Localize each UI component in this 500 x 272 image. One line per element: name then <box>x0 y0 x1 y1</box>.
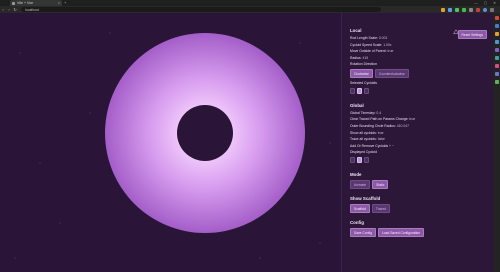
selected-cycloid-swatches <box>350 87 485 94</box>
clockwise-button[interactable]: Clockwise <box>350 68 373 79</box>
counterclockwise-button[interactable]: Counterclockwise <box>374 68 409 79</box>
cycloid-swatch[interactable] <box>364 87 369 94</box>
global-timestep: Global Timestep: 0.4 <box>350 110 382 115</box>
scaffold-button[interactable]: Scaffold <box>350 204 370 214</box>
scaffold-section-title: Show Scaffold <box>350 196 381 202</box>
background-speck <box>319 242 321 244</box>
show-all-cycloids[interactable]: Show all cycloids: true <box>350 131 485 135</box>
tab-title: Vite + Vue <box>17 1 34 5</box>
background-speck <box>259 257 261 259</box>
extension-icon[interactable] <box>469 7 473 12</box>
background-speck <box>19 52 21 54</box>
ring-shape <box>105 33 305 233</box>
extension-icon[interactable] <box>455 7 459 12</box>
background-speck <box>299 42 301 44</box>
global-section-title: Global <box>350 102 364 108</box>
extension-icon[interactable] <box>476 7 480 12</box>
sidebar-app-icon[interactable] <box>494 40 499 44</box>
menu-icon[interactable] <box>490 7 494 12</box>
browser-toolbar: ‹ › ↻ localhost <box>0 6 500 13</box>
sidebar-app-icon[interactable] <box>494 64 499 68</box>
rotation-direction-label: Rotation Direction <box>350 62 377 67</box>
sidebar-app-icon[interactable] <box>494 80 499 84</box>
save-config-button[interactable]: Save Config <box>350 228 376 238</box>
extension-icons <box>441 7 494 12</box>
background-speck <box>329 142 331 144</box>
traced-ring <box>14 32 331 259</box>
add-remove-cycloids[interactable]: Add Or Remove Cycloids + − <box>350 144 485 148</box>
extension-icon[interactable] <box>448 7 452 12</box>
animate-button[interactable]: Animate <box>350 179 371 190</box>
reset-settings-button[interactable]: Reset Settings <box>457 30 487 40</box>
url-text: localhost <box>25 7 39 12</box>
config-section-title: Config <box>350 220 364 226</box>
sidebar-app-icon[interactable] <box>494 56 499 60</box>
clear-traced-path[interactable]: Clear Traced Path on Params Change: true <box>350 117 485 121</box>
trace-all-cycloids[interactable]: Trace all cycloids: false <box>350 137 485 141</box>
sidebar-app-icon[interactable] <box>494 72 499 76</box>
background-speck <box>59 222 61 224</box>
extension-icon[interactable] <box>441 7 445 12</box>
mode-section-title: Mode <box>350 171 362 177</box>
reload-icon[interactable]: ↻ <box>12 7 18 12</box>
background-speck <box>14 257 16 259</box>
radius-value: Radius: 415 <box>350 55 369 60</box>
displayed-cycloid-swatches <box>350 156 485 163</box>
cycloid-swatch-selected[interactable] <box>357 87 362 94</box>
cycloid-swatch[interactable] <box>350 87 355 94</box>
sidebar-app-icon[interactable] <box>494 48 499 52</box>
background-speck <box>109 32 111 34</box>
tab-close-icon[interactable]: × <box>58 1 60 5</box>
sidebar-app-icon[interactable] <box>494 16 499 20</box>
background-speck <box>89 112 91 114</box>
control-panel: Reset Settings Local Rod Length Scale: 0… <box>341 13 493 272</box>
sidebar-app-icon[interactable] <box>494 24 499 28</box>
cycloid-swatch[interactable] <box>364 156 369 163</box>
drawing-canvas[interactable] <box>0 13 341 272</box>
address-bar[interactable]: localhost <box>21 7 381 12</box>
traced-button[interactable]: Traced <box>371 204 390 214</box>
outer-bounding-radius: Outer Bounding Circle Radius: 410.047 <box>350 123 410 128</box>
cycloid-speed-scale: Cycloid Speed Scale: 1.00x <box>350 42 392 47</box>
play-extension-icon[interactable] <box>462 7 466 12</box>
static-button[interactable]: Static <box>372 179 389 190</box>
move-outside-parent[interactable]: Move Outside of Parent: true <box>350 49 485 53</box>
load-config-button[interactable]: Load Saved Configuration <box>377 228 425 238</box>
tab-favicon-icon <box>12 1 15 5</box>
sidebar-app-icon[interactable] <box>494 32 499 36</box>
selected-cycloids-label: Selected Cycloids <box>350 81 377 86</box>
cycloid-swatch[interactable] <box>350 156 355 163</box>
cycloid-swatch-selected[interactable] <box>357 156 362 163</box>
browser-side-strip <box>493 13 500 272</box>
displayed-cycloid-label: Displayed Cycloid <box>350 150 377 155</box>
background-speck <box>39 162 41 164</box>
profile-avatar-icon[interactable] <box>483 7 487 12</box>
